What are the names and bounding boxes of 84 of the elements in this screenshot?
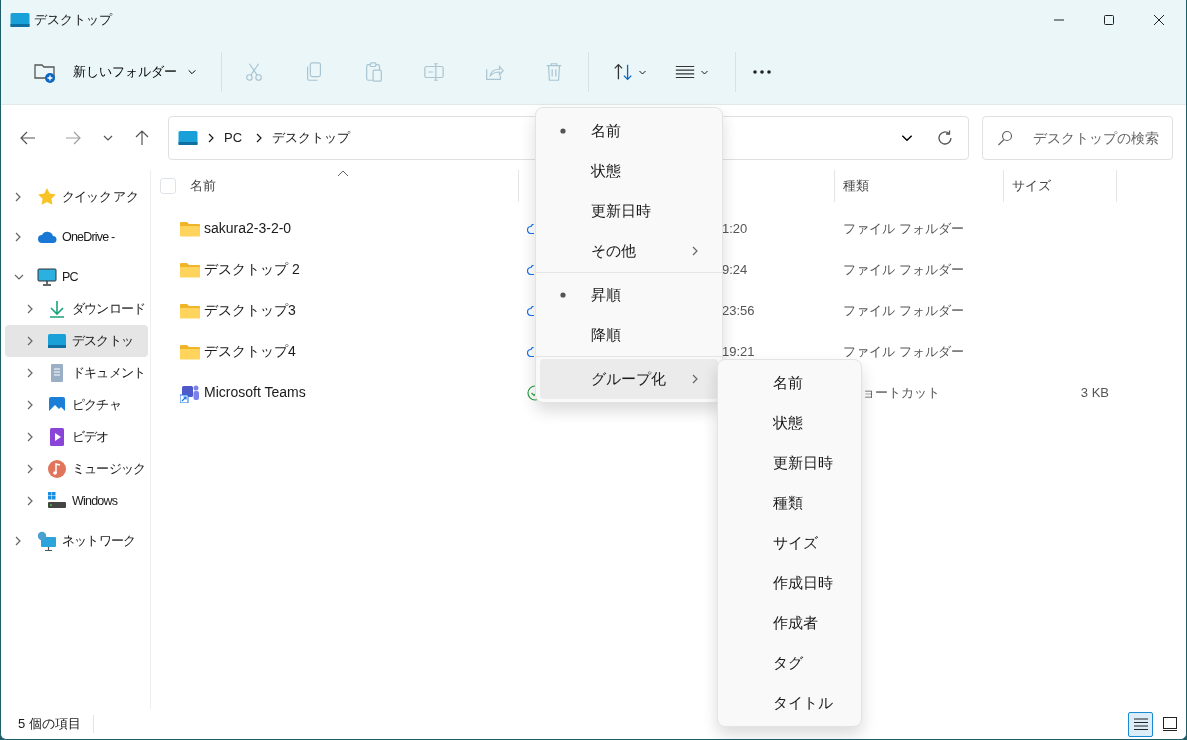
item-count: 5 個の項目	[18, 715, 81, 734]
video-icon	[47, 427, 67, 447]
type-cell-text: ファイル フォルダー	[843, 219, 964, 238]
sidebar-item[interactable]: ミュージック	[5, 453, 148, 485]
forward-arrow-icon	[65, 129, 81, 146]
menu-item[interactable]: 昇順	[540, 275, 718, 315]
type-cell-text: ョートカット	[862, 383, 940, 402]
up-arrow-icon	[134, 129, 150, 146]
close-icon	[1154, 15, 1164, 25]
search-field[interactable]: デスクトップの検索	[982, 115, 1173, 160]
picture-icon	[47, 395, 67, 415]
size-cell-text: 3 KB	[1080, 383, 1109, 402]
menu-item[interactable]: 更新日時	[540, 191, 718, 231]
menu-item[interactable]: 名前	[540, 111, 718, 151]
details-view-button[interactable]	[1128, 711, 1153, 737]
sidebar-item[interactable]: ドキュメント	[5, 357, 148, 389]
sidebar-item[interactable]: クイック アク	[5, 181, 148, 213]
type-cell-text: ファイル フォルダー	[843, 301, 964, 320]
breadcrumb-item[interactable]: デスクトップ	[272, 127, 351, 148]
menu-item[interactable]: 降順	[540, 315, 718, 355]
desktop-icon	[47, 331, 67, 351]
window-title: デスクトップ	[34, 11, 112, 30]
desktop-icon	[178, 129, 198, 146]
menu-item[interactable]: グループ化	[540, 359, 718, 399]
scissors-icon	[243, 61, 265, 83]
more-icon	[752, 69, 772, 75]
folder-icon	[180, 220, 200, 237]
tile-view-icon	[1162, 717, 1177, 731]
refresh-icon	[936, 128, 954, 147]
maximize-icon	[1104, 15, 1114, 25]
date-cell-text: 1:20	[722, 219, 748, 238]
column-header[interactable]: 名前	[190, 176, 216, 196]
breadcrumb-item[interactable]: PC	[224, 127, 243, 148]
chevron-right-icon	[690, 245, 700, 257]
type-cell-text: ファイル フォルダー	[843, 260, 964, 279]
menu-item[interactable]: 種類	[722, 483, 857, 523]
network-icon	[37, 531, 57, 551]
menu-item[interactable]: 状態	[540, 151, 718, 191]
menu-item[interactable]: 更新日時	[722, 443, 857, 483]
column-header[interactable]: サイズ	[1012, 176, 1051, 196]
chevron-right-icon	[690, 373, 700, 385]
download-icon	[47, 299, 67, 319]
sidebar-item[interactable]: ネットワーク	[5, 525, 148, 557]
sidebar-item[interactable]: PC	[5, 261, 148, 293]
file-name[interactable]: デスクトップ3	[204, 300, 296, 321]
drive-icon	[47, 491, 67, 511]
folder-icon	[180, 343, 200, 360]
date-cell-text: 9:24	[722, 260, 748, 279]
star-icon	[37, 187, 57, 207]
menu-item[interactable]: 状態	[722, 403, 857, 443]
clipboard-icon	[363, 61, 385, 83]
file-name[interactable]: Microsoft Teams	[204, 382, 306, 403]
monitor-icon	[37, 267, 57, 287]
caret-icon	[187, 67, 197, 77]
folder-icon	[180, 261, 200, 278]
rename-icon	[423, 61, 445, 83]
date-cell-text: 23:56	[722, 301, 755, 320]
column-header[interactable]: 種類	[843, 176, 869, 196]
chevron-icon	[206, 131, 216, 144]
file-name[interactable]: sakura2-3-2-0	[204, 218, 292, 239]
menu-item[interactable]: 作成者	[722, 603, 857, 643]
music-note-icon	[47, 459, 67, 479]
file-name[interactable]: デスクトップ4	[204, 341, 296, 362]
date-cell-text: 19:21	[722, 342, 755, 361]
menu-item[interactable]: タグ	[722, 643, 857, 683]
list-view-icon	[1133, 717, 1148, 731]
back-arrow-icon	[20, 129, 36, 146]
menu-item[interactable]: 名前	[722, 363, 857, 403]
desktop-icon	[10, 12, 30, 28]
sidebar-item[interactable]: デスクトッ	[5, 325, 148, 357]
sidebar-item[interactable]: Windows	[5, 485, 148, 517]
select-all-checkbox[interactable]	[160, 178, 176, 194]
menu-item[interactable]: その他	[540, 231, 718, 271]
new-folder-button[interactable]: 新しいフォルダー	[25, 50, 205, 94]
menu-item[interactable]: サイズ	[722, 523, 857, 563]
sidebar-item[interactable]: ダウンロード	[5, 293, 148, 325]
file-name[interactable]: デスクトップ 2	[204, 259, 300, 280]
menu-item[interactable]: タイトル	[722, 683, 857, 723]
folder-icon	[180, 302, 200, 319]
sidebar-item[interactable]: OneDrive -	[5, 221, 148, 253]
type-cell-text: ファイル フォルダー	[843, 342, 964, 361]
sidebar-item[interactable]: ピクチャ	[5, 389, 148, 421]
sidebar-item[interactable]: ビデオ	[5, 421, 148, 453]
menu-item[interactable]: 作成日時	[722, 563, 857, 603]
